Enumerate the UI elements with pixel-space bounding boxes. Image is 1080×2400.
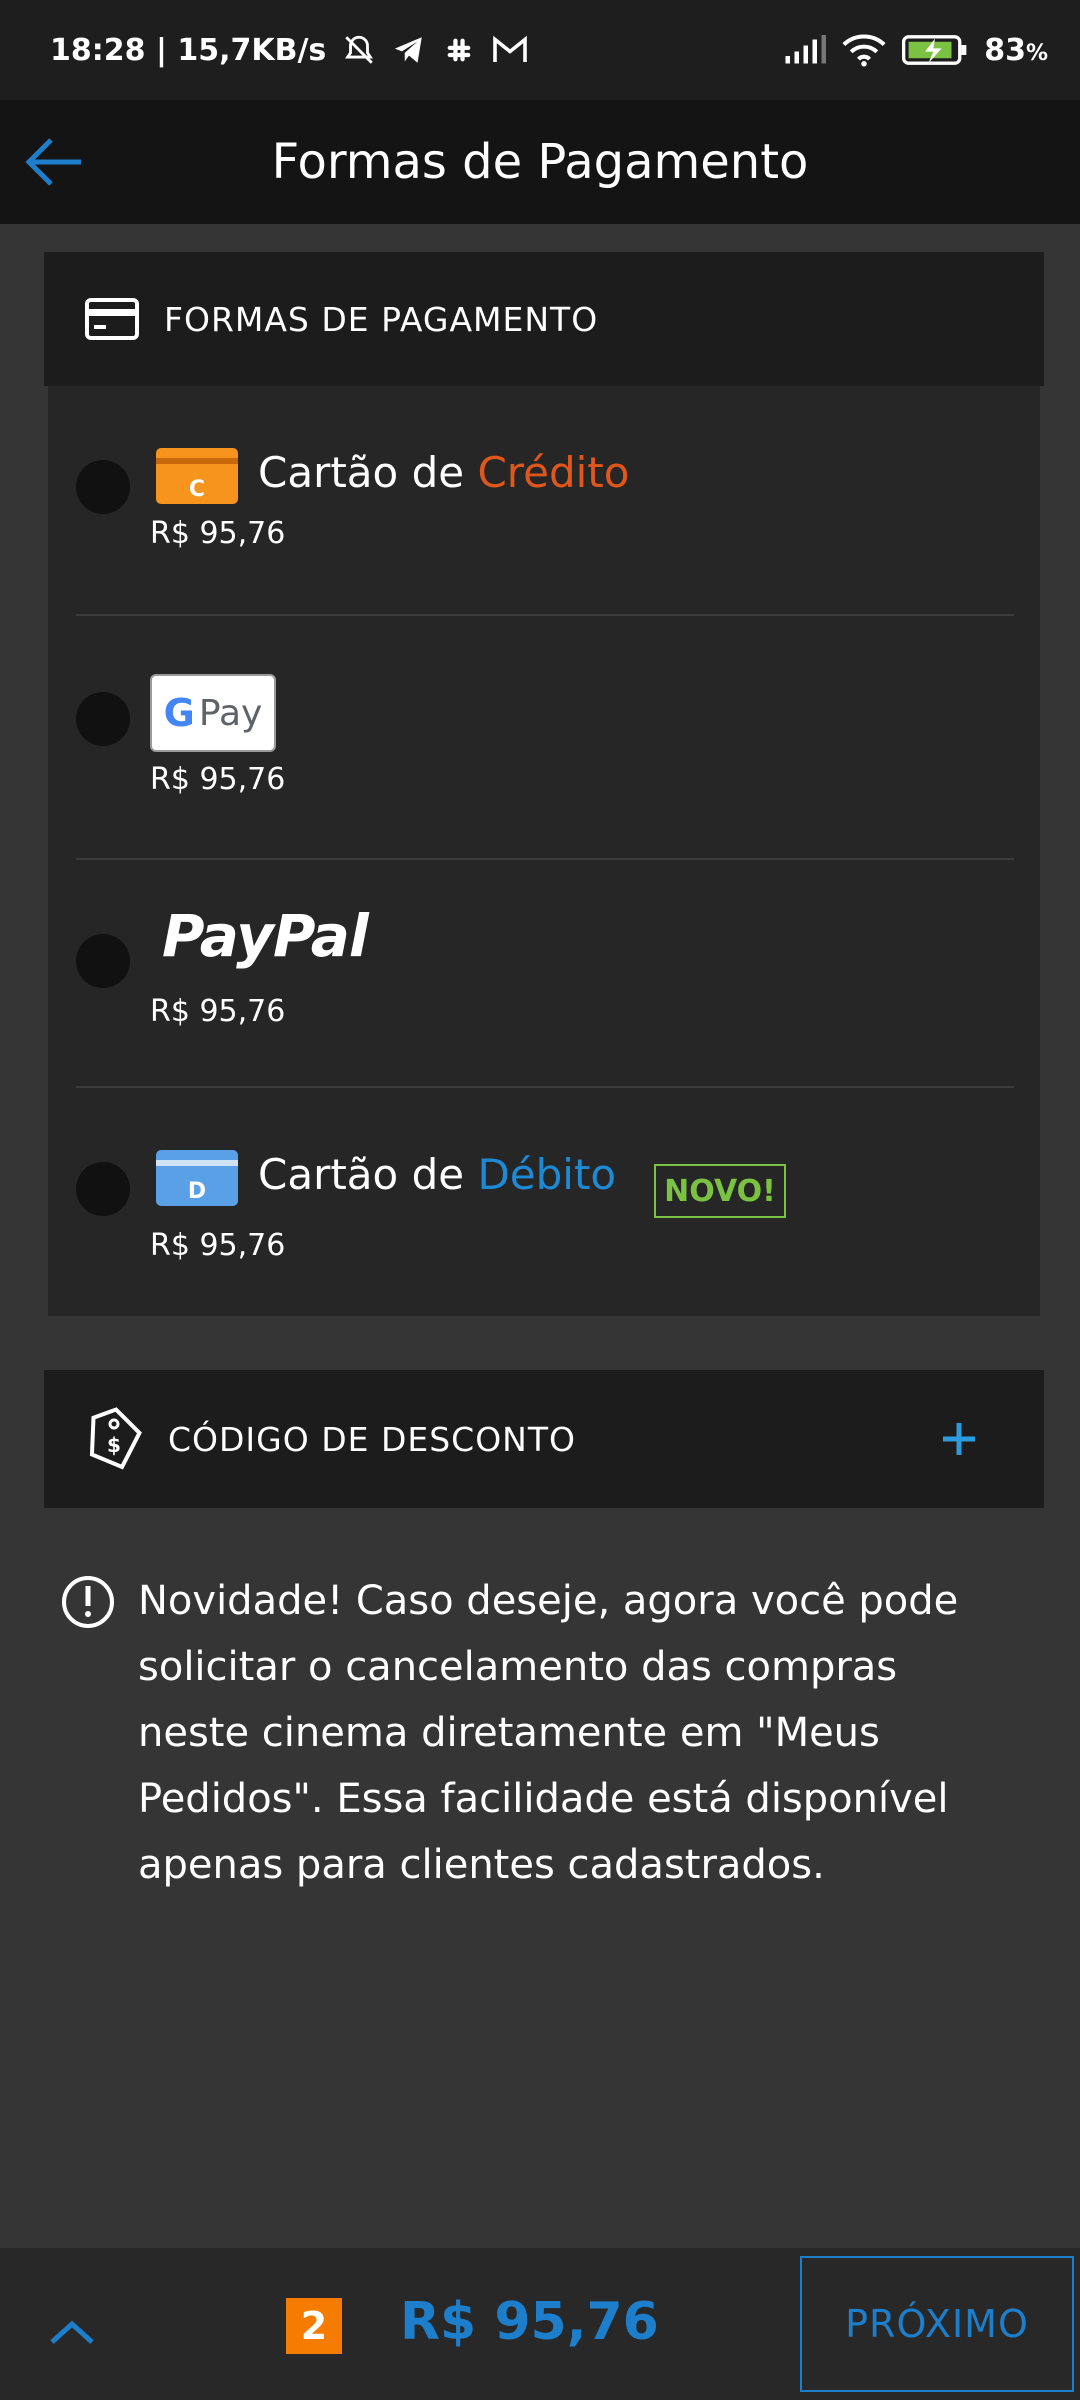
payment-methods-label: FORMAS DE PAGAMENTO [164, 299, 599, 339]
back-button[interactable] [18, 132, 88, 192]
credit-title: Cartão de Crédito [258, 448, 629, 497]
credit-title-highlight: Crédito [477, 448, 630, 497]
battery-percent: 83% [984, 32, 1048, 68]
status-bar: 18:28 | 15,7KB/s 83% [0, 0, 1080, 100]
battery-charging-icon [902, 33, 968, 67]
discount-code-label: CÓDIGO DE DESCONTO [168, 1419, 576, 1459]
payment-methods-header: FORMAS DE PAGAMENTO [44, 252, 1044, 386]
radio-gpay[interactable] [76, 692, 130, 746]
payment-methods-list: C Cartão de Crédito R$ 95,76 G Pay R$ 95… [48, 386, 1040, 1316]
svg-text:$: $ [107, 1433, 121, 1457]
credit-card-c-icon: C [156, 448, 238, 504]
google-g-icon: G [163, 691, 195, 735]
slack-icon [442, 33, 476, 67]
google-pay-logo: G Pay [150, 674, 276, 752]
debit-price: R$ 95,76 [150, 1228, 286, 1263]
credit-card-icon [85, 298, 139, 340]
radio-paypal[interactable] [76, 934, 130, 988]
new-badge: NOVO! [654, 1164, 786, 1218]
price-tag-icon: $ [89, 1407, 142, 1470]
radio-credit[interactable] [76, 460, 130, 514]
debit-icon-letter: D [188, 1179, 206, 1204]
credit-icon-letter: C [189, 477, 205, 502]
mute-bell-icon [342, 33, 376, 67]
status-left: 18:28 | 15,7KB/s [50, 33, 528, 68]
gmail-icon [492, 35, 528, 65]
payment-option-paypal[interactable]: PayPal R$ 95,76 [48, 860, 1040, 1086]
payment-option-debit[interactable]: D Cartão de Débito NOVO! R$ 95,76 [48, 1088, 1040, 1316]
telegram-icon [392, 33, 426, 67]
gpay-price: R$ 95,76 [150, 762, 286, 797]
payment-option-gpay[interactable]: G Pay R$ 95,76 [48, 616, 1040, 860]
add-discount-button[interactable] [934, 1414, 984, 1464]
plus-icon [943, 1423, 975, 1455]
info-alert-icon [62, 1576, 114, 1628]
google-pay-text: Pay [198, 692, 263, 734]
info-notice: Novidade! Caso deseje, agora você pode s… [60, 1568, 1020, 1898]
paypal-price: R$ 95,76 [150, 994, 286, 1029]
credit-title-prefix: Cartão de [258, 448, 478, 497]
debit-title-prefix: Cartão de [258, 1150, 478, 1199]
radio-debit[interactable] [76, 1162, 130, 1216]
next-button[interactable]: PRÓXIMO [800, 2256, 1074, 2392]
debit-card-d-icon: D [156, 1150, 238, 1206]
status-time: 18:28 | 15,7KB/s [50, 32, 327, 68]
quantity-badge: 2 [286, 2298, 342, 2354]
payment-option-credit[interactable]: C Cartão de Crédito R$ 95,76 [48, 386, 1040, 616]
wifi-icon [842, 33, 886, 67]
debit-title-highlight: Débito [477, 1150, 617, 1199]
chevron-up-icon[interactable] [40, 2310, 104, 2350]
arrow-left-icon [25, 138, 81, 186]
app-bar: Formas de Pagamento [0, 100, 1080, 224]
discount-code-row[interactable]: $ CÓDIGO DE DESCONTO [44, 1370, 1044, 1508]
order-total: R$ 95,76 [400, 2292, 659, 2352]
bottom-bar: 2 R$ 95,76 PRÓXIMO [0, 2248, 1080, 2400]
page-title: Formas de Pagamento [271, 134, 809, 190]
credit-price: R$ 95,76 [150, 516, 286, 551]
notice-text: Novidade! Caso deseje, agora você pode s… [138, 1578, 959, 1888]
status-right: 83% [784, 33, 1048, 68]
paypal-logo: PayPal [162, 902, 369, 970]
signal-icon [784, 35, 827, 65]
debit-title: Cartão de Débito [258, 1150, 616, 1199]
